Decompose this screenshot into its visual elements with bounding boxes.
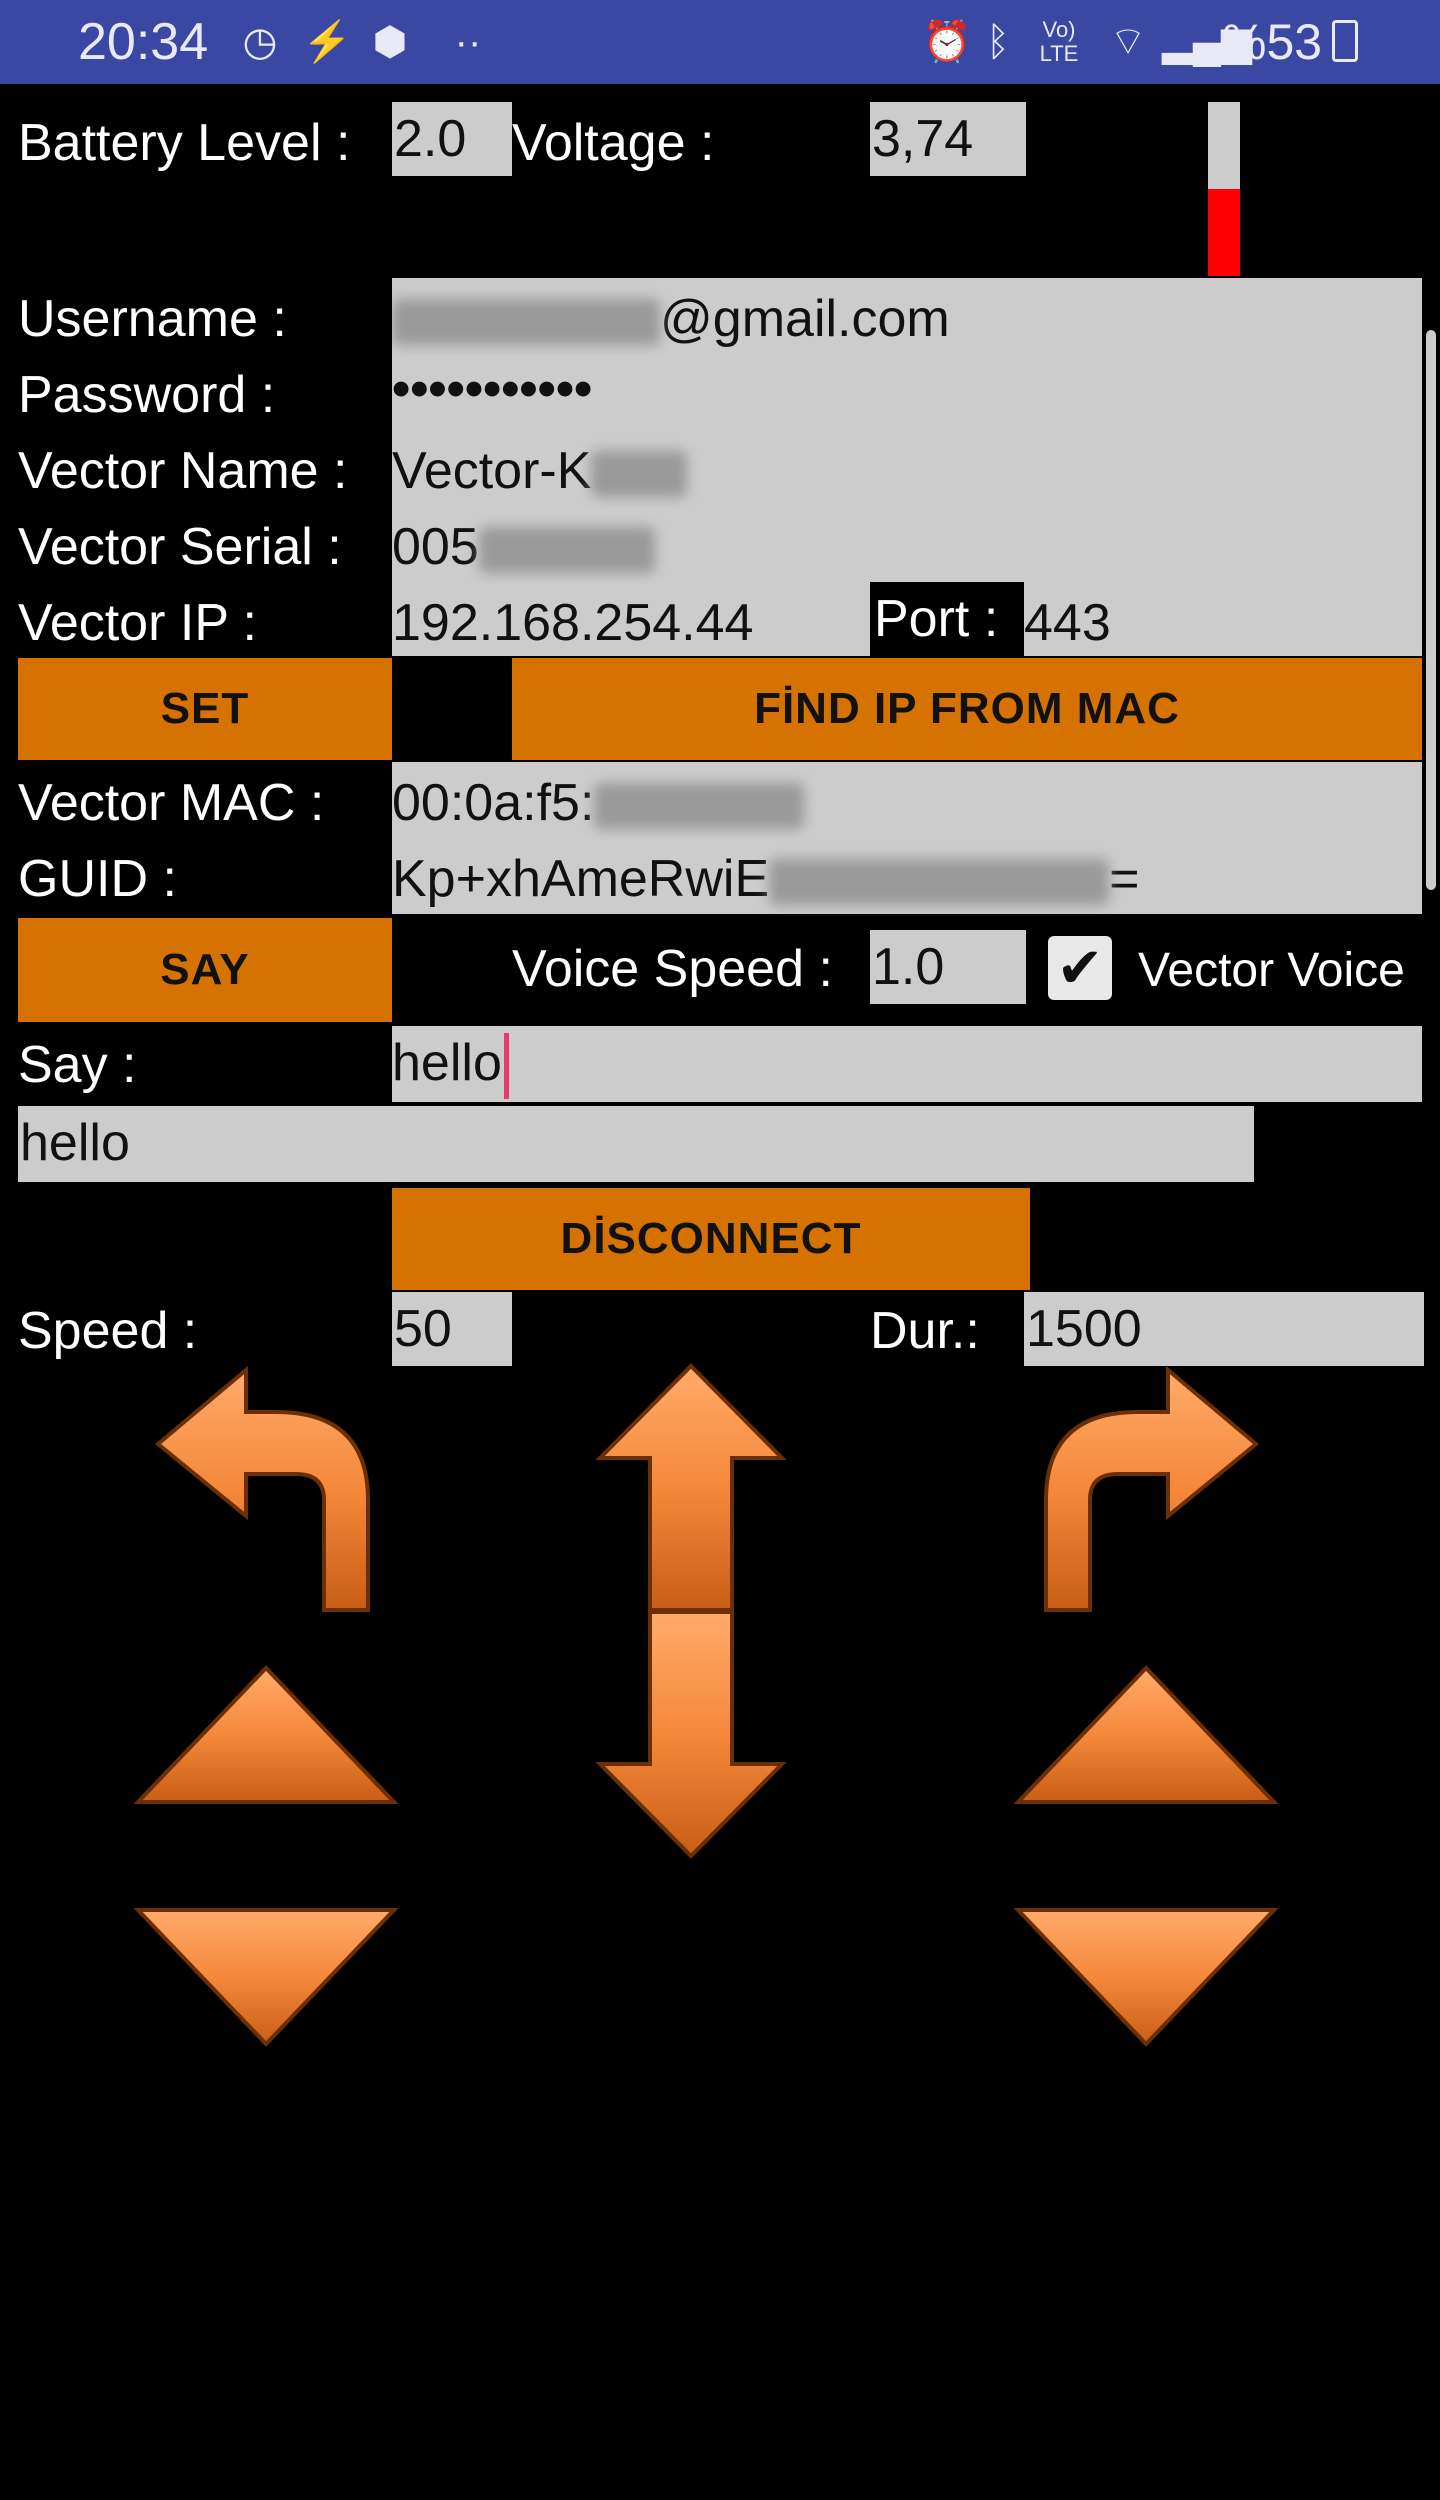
- vector-serial-label: Vector Serial :: [18, 518, 342, 576]
- turn-left-arrow-icon[interactable]: [154, 1365, 378, 1616]
- turn-right-arrow-icon[interactable]: [1036, 1365, 1260, 1616]
- right-track-forward-icon[interactable]: [1013, 1665, 1279, 1808]
- voice-speed-field[interactable]: 1.0: [870, 930, 1026, 1004]
- vector-name-field[interactable]: Vector-K: [392, 434, 1392, 508]
- guid-suffix: =: [1109, 850, 1140, 908]
- blurred-text: [769, 859, 1110, 906]
- say-input[interactable]: hello: [392, 1026, 1422, 1102]
- port-label: Port :: [870, 582, 1024, 656]
- blurred-text: [594, 783, 805, 830]
- vector-voice-label: Vector Voice: [1138, 944, 1405, 997]
- battery-level-field[interactable]: 2.0: [392, 102, 512, 176]
- battery-level-label: Battery Level :: [18, 114, 351, 172]
- vector-serial-field[interactable]: 005: [392, 510, 1392, 584]
- username-field[interactable]: @gmail.com: [392, 282, 1392, 356]
- flash-icon: ⚡: [302, 20, 352, 64]
- dur-label: Dur.:: [870, 1302, 980, 1360]
- bluetooth-icon: ᛒ: [986, 20, 1010, 64]
- more-dots-icon: ··: [454, 20, 482, 64]
- vector-name-value: Vector-K: [392, 442, 592, 500]
- battery-gauge: [1208, 102, 1240, 276]
- blurred-text: [392, 299, 660, 346]
- guid-value: Kp+xhAmeRwiE: [392, 850, 770, 908]
- battery-icon: [1332, 20, 1358, 62]
- vector-mac-label: Vector MAC :: [18, 774, 325, 832]
- battery-percent: %53: [1222, 14, 1323, 70]
- left-track-backward-icon[interactable]: [133, 1908, 399, 2050]
- voltage-field[interactable]: 3,74: [870, 102, 1026, 176]
- guid-field[interactable]: Kp+xhAmeRwiE =: [392, 842, 1392, 916]
- password-field[interactable]: •••••••••••: [392, 352, 1392, 426]
- text-cursor: [503, 1033, 509, 1100]
- up-arrow-icon[interactable]: [595, 1363, 787, 1612]
- dur-field[interactable]: 1500: [1024, 1292, 1424, 1366]
- say-input-text: hello: [392, 1034, 502, 1092]
- say-button[interactable]: SAY: [18, 918, 392, 1022]
- voltage-label: Voltage :: [512, 114, 715, 172]
- username-suffix: @gmail.com: [660, 290, 950, 348]
- vector-mac-value: 00:0a:f5:: [392, 774, 595, 832]
- say-label: Say :: [18, 1036, 137, 1094]
- port-field[interactable]: 443: [1024, 586, 1224, 656]
- down-arrow-icon[interactable]: [595, 1610, 787, 1859]
- vector-mac-field[interactable]: 00:0a:f5:: [392, 766, 1392, 840]
- set-button[interactable]: SET: [18, 658, 392, 760]
- wifi-icon: ⌔: [1109, 20, 1147, 64]
- vector-ip-label: Vector IP :: [18, 594, 257, 652]
- speed-field[interactable]: 50: [392, 1292, 512, 1366]
- checkmark-icon: ✔: [1056, 936, 1104, 999]
- password-label: Password :: [18, 366, 276, 424]
- username-label: Username :: [18, 290, 287, 348]
- hexagon-icon: ⬢: [372, 20, 408, 64]
- blurred-text: [591, 451, 688, 498]
- speed-label: Speed :: [18, 1302, 198, 1360]
- find-ip-from-mac-button[interactable]: FİND IP FROM MAC: [512, 658, 1422, 760]
- voice-speed-label: Voice Speed :: [512, 940, 833, 998]
- signal-icon: ▂▄▆: [1162, 20, 1252, 64]
- blurred-text: [478, 527, 655, 574]
- battery-gauge-fill: [1208, 189, 1240, 276]
- status-time: 20:34: [78, 13, 209, 71]
- volte-icon: Vo) LTE: [1039, 17, 1079, 66]
- vector-serial-value: 005: [392, 518, 479, 576]
- alarm-icon: ⏰: [922, 20, 972, 64]
- vector-ip-field[interactable]: 192.168.254.44: [392, 586, 870, 656]
- watch-icon: ◷: [242, 20, 278, 64]
- disconnect-button[interactable]: DİSCONNECT: [392, 1188, 1030, 1290]
- left-track-forward-icon[interactable]: [133, 1665, 399, 1808]
- right-track-backward-icon[interactable]: [1013, 1908, 1279, 2050]
- vector-name-label: Vector Name :: [18, 442, 348, 500]
- vector-voice-checkbox[interactable]: ✔: [1048, 936, 1112, 1000]
- guid-label: GUID :: [18, 850, 177, 908]
- say-output-field: hello: [18, 1106, 1254, 1182]
- scrollbar[interactable]: [1426, 330, 1436, 890]
